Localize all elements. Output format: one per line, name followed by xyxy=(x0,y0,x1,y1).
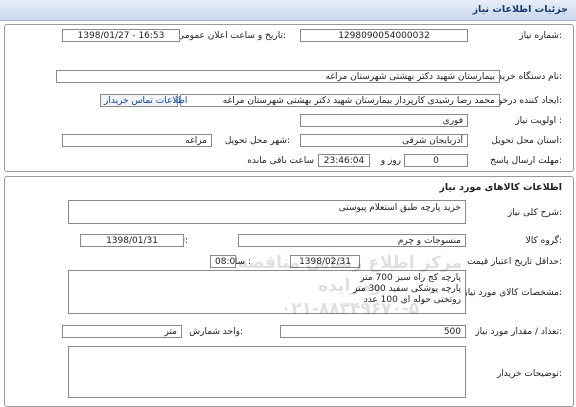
province-label: استان محل تحویل: xyxy=(491,136,562,146)
page-header: جزئیات اطلاعات نیاز xyxy=(0,0,576,21)
priority-field: فوری xyxy=(300,114,468,127)
goods-group-label: گروه کالا: xyxy=(525,236,562,246)
remaining-hours-label: ساعت باقی مانده xyxy=(247,156,314,166)
quantity-field: 500 xyxy=(280,325,466,338)
watermark: مرکز اطلاع رسانی مناقصه ومزایده ۰۲۱-۸۸۳۴… xyxy=(230,252,470,321)
remaining-days-field: 0 xyxy=(404,154,468,167)
unit-label: واحد شمارش: xyxy=(189,327,243,337)
price-validity-label: حداقل تاریخ اعتبار قیمت: xyxy=(467,257,562,267)
announce-date-field: 1398/01/27 - 16:53 xyxy=(62,29,180,42)
day-unit-label: روز و xyxy=(380,156,401,166)
watermark-line: مرکز اطلاع رسانی مناقصه ومزایده xyxy=(237,253,463,296)
announce-date-label: تاریخ و ساعت اعلان عمومی: xyxy=(177,31,286,41)
summary-label: شرح کلی نیاز: xyxy=(507,208,562,218)
buyer-label: نام دستگاه خریدار: xyxy=(491,72,562,82)
creator-field: محمد رضا رشیدی کارپرداز بیمارستان شهید د… xyxy=(180,94,500,107)
unit-field: متر xyxy=(62,325,182,338)
buyer-notes-field xyxy=(68,346,466,398)
quantity-label: تعداد / مقدار مورد نیاز: xyxy=(475,327,562,337)
page-title: جزئیات اطلاعات نیاز xyxy=(472,4,568,15)
remaining-time-field: 23:46:04 xyxy=(318,154,370,167)
need-date-field: 1398/01/31 xyxy=(80,234,184,247)
summary-field: خرید پارچه طبق استعلام پیوستی xyxy=(68,200,466,224)
need-number-label: شماره نیاز: xyxy=(519,31,562,41)
goods-group-field: منسوجات و چرم xyxy=(238,234,466,247)
deadline-label: مهلت ارسال پاسخ: xyxy=(490,156,562,166)
goods-section-title: اطلاعات کالاهای مورد نیاز xyxy=(439,182,562,193)
province-field: آذربایجان شرقی xyxy=(300,134,468,147)
city-label: شهر محل تحویل: xyxy=(224,136,290,146)
buyer-field: بیمارستان شهید دکتر بهشتی شهرستان مراغه xyxy=(56,70,500,83)
specs-label: مشخصات کالای مورد نیاز: xyxy=(463,288,562,298)
buyer-contact-button[interactable]: اطلاعات تماس خریدار xyxy=(100,94,187,107)
need-number-field: 1298090054000032 xyxy=(300,29,468,42)
watermark-phone: ۰۲۱-۸۸۳۴۹۶۷۰-۵ xyxy=(280,299,420,319)
buyer-notes-label: توضیحات خریدار: xyxy=(496,369,562,379)
priority-label: اولویت نیاز : xyxy=(515,116,562,126)
city-field: مراغه xyxy=(62,134,212,147)
